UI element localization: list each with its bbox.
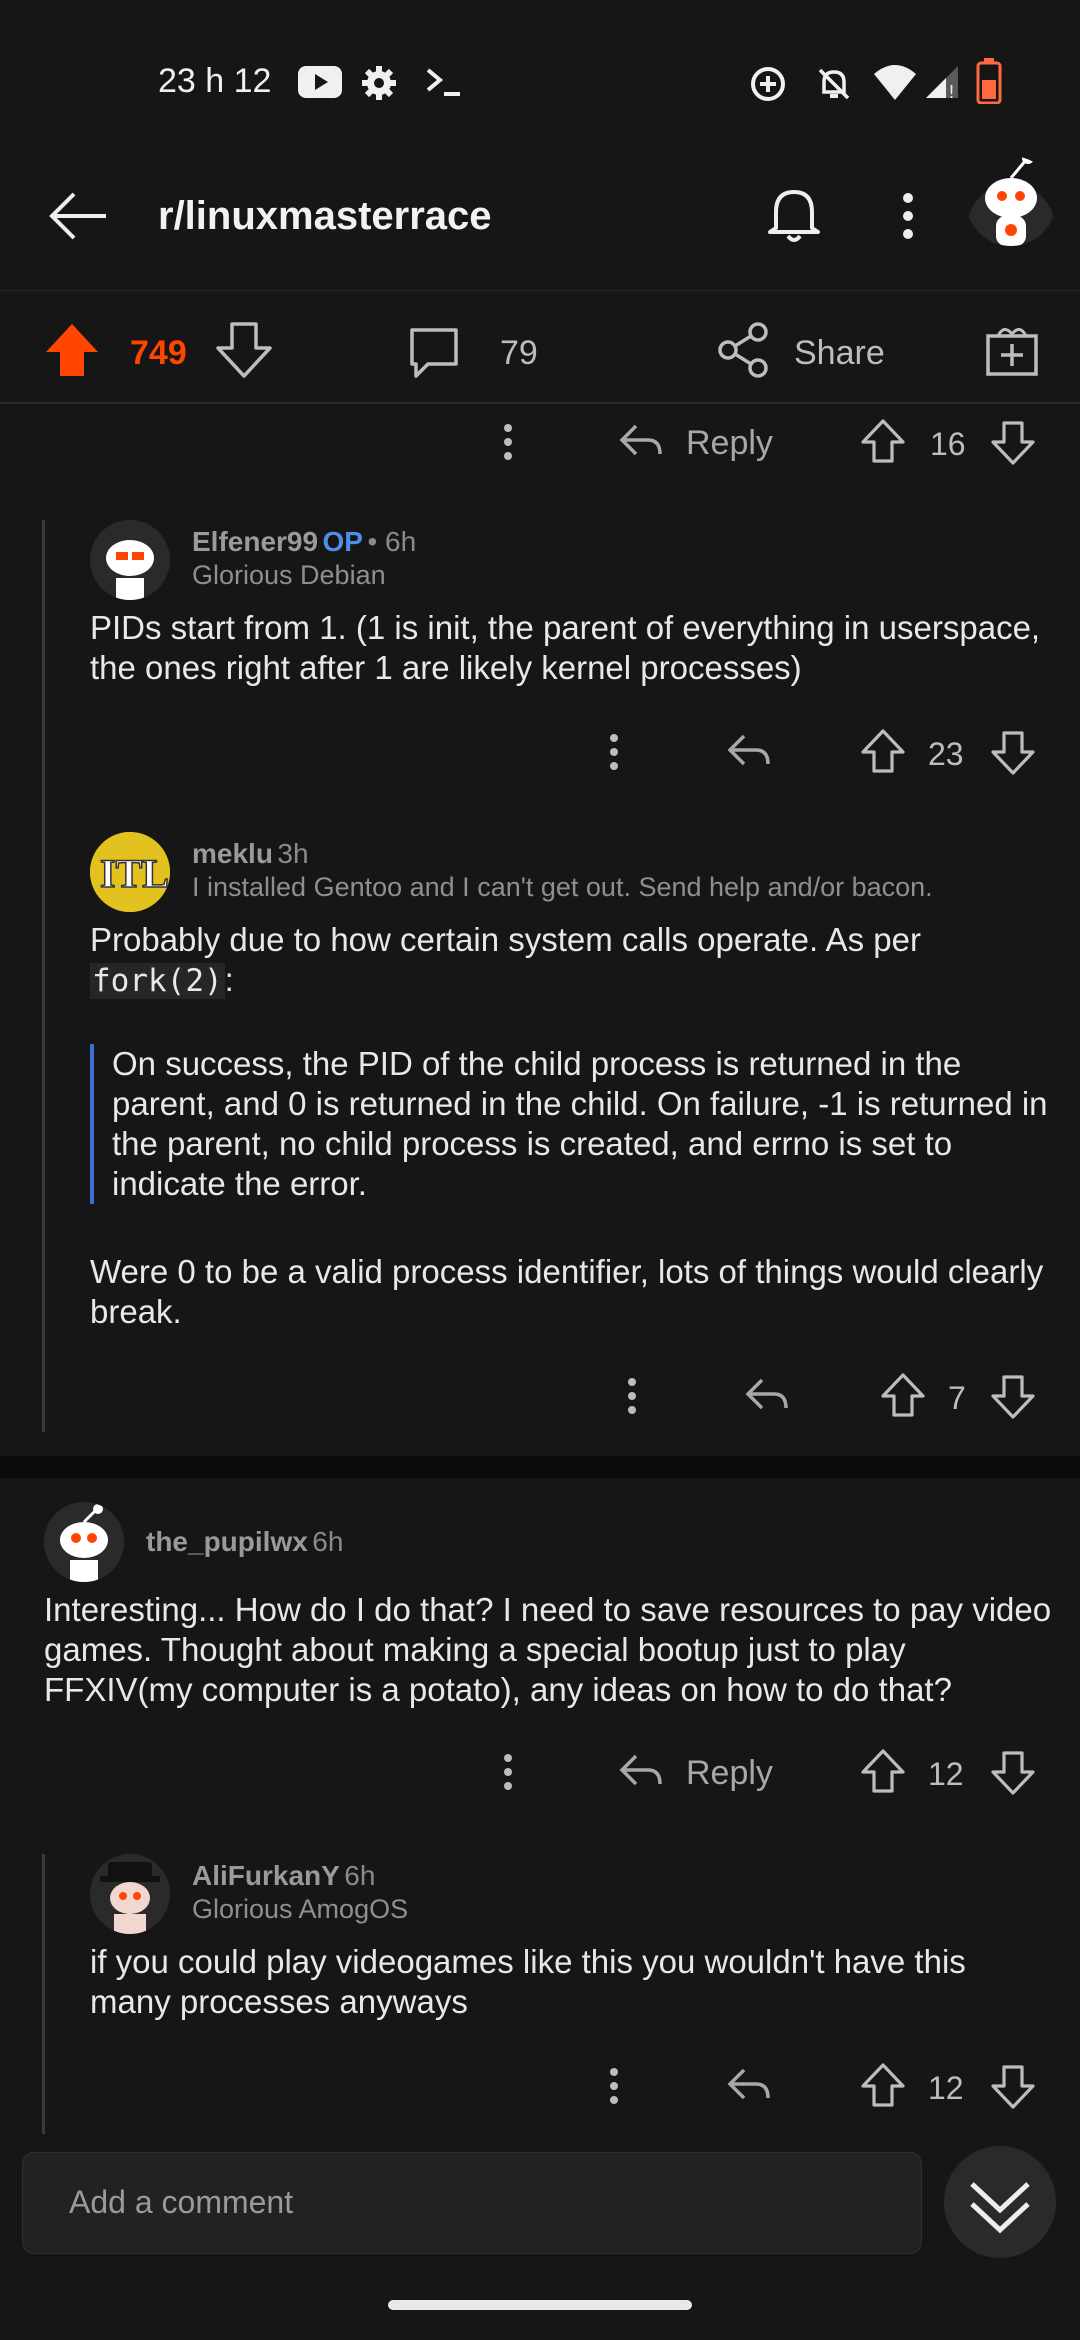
body-text: Probably due to how certain system calls… [90, 921, 921, 958]
comment-count: 79 [500, 334, 538, 372]
username[interactable]: Elfener99 [192, 526, 318, 557]
reply-icon[interactable] [726, 2066, 772, 2106]
upvote-icon[interactable] [860, 1748, 906, 1794]
comment-elfener99: Elfener99 OP • 6h Glorious Debian PIDs s… [0, 500, 1080, 790]
bell-icon[interactable] [766, 184, 822, 244]
comment-the-pupilwx: the_pupilwx 6h Interesting... How do I d… [0, 1478, 1080, 1818]
svg-text:ITL: ITL [100, 851, 169, 896]
avatar[interactable] [90, 520, 170, 600]
reply-icon[interactable] [726, 732, 772, 772]
downvote-icon[interactable] [990, 1374, 1036, 1420]
reply-button[interactable]: Reply [686, 424, 773, 463]
comment-age: • 6h [367, 526, 417, 557]
settings-gear-icon [360, 64, 398, 102]
comment-actions-parent: Reply 16 [0, 404, 1080, 494]
upvote-icon[interactable] [860, 2062, 906, 2108]
comment-score: 7 [948, 1380, 966, 1416]
comment-body: Probably due to how certain system calls… [90, 920, 1050, 1001]
thread-separator [0, 1456, 1080, 1478]
more-options-icon[interactable] [896, 190, 920, 242]
comment-score: 12 [928, 2070, 964, 2106]
avatar[interactable] [44, 1502, 124, 1582]
cell-signal-icon: ! [922, 62, 962, 102]
more-options-icon[interactable] [500, 422, 516, 466]
downvote-icon[interactable] [216, 322, 272, 378]
post-score: 749 [130, 334, 187, 372]
comment-alifurkany: AliFurkanY 6h Glorious AmogOS if you cou… [0, 1834, 1080, 2134]
comment-score: 12 [928, 1756, 964, 1792]
add-comment-bar [22, 2152, 922, 2254]
double-chevron-down-icon [970, 2182, 1030, 2234]
share-icon[interactable] [716, 322, 770, 378]
downvote-icon[interactable] [990, 2064, 1036, 2110]
youtube-icon [298, 66, 342, 98]
status-time: 23 h 12 [158, 62, 272, 100]
upvote-icon[interactable] [860, 728, 906, 774]
more-options-icon[interactable] [606, 2066, 622, 2110]
comments-icon[interactable] [406, 324, 462, 380]
comment-body: if you could play videogames like this y… [90, 1943, 966, 2020]
upvote-icon-active[interactable] [44, 322, 100, 378]
wifi-icon [872, 62, 918, 102]
downvote-icon[interactable] [990, 1750, 1036, 1796]
inline-code: fork(2) [90, 963, 225, 999]
username[interactable]: meklu [192, 838, 273, 869]
reply-icon[interactable] [618, 422, 664, 462]
downvote-icon[interactable] [990, 420, 1036, 466]
upvote-icon[interactable] [860, 418, 906, 464]
svg-text:!: ! [949, 82, 954, 102]
comment-body-end: Were 0 to be a valid process identifier,… [90, 1253, 1044, 1330]
top-app-bar: r/linuxmasterrace [0, 140, 1080, 291]
username[interactable]: the_pupilwx [146, 1526, 308, 1557]
user-flair: Glorious Debian [192, 560, 386, 590]
user-flair: I installed Gentoo and I can't get out. … [192, 872, 933, 902]
comment-age: 6h [344, 1860, 376, 1891]
award-gift-icon[interactable] [984, 322, 1040, 378]
username[interactable]: AliFurkanY [192, 1860, 340, 1891]
status-bar: 23 h 12 ! [0, 0, 1080, 140]
downvote-icon[interactable] [990, 730, 1036, 776]
reply-icon[interactable] [744, 1376, 790, 1416]
comment-age: 3h [277, 838, 309, 869]
block-quote: On success, the PID of the child process… [90, 1044, 1056, 1204]
op-badge: OP [322, 526, 363, 557]
more-options-icon[interactable] [500, 1752, 516, 1796]
comment-score: 23 [928, 736, 964, 772]
user-flair: Glorious AmogOS [192, 1894, 409, 1924]
comment-age: 6h [312, 1526, 344, 1557]
subreddit-title[interactable]: r/linuxmasterrace [158, 194, 492, 239]
back-arrow-icon[interactable] [46, 190, 108, 242]
body-text: : [224, 961, 234, 998]
more-options-icon[interactable] [624, 1376, 640, 1420]
comment-meklu: ITL meklu 3h I installed Gentoo and I ca… [0, 812, 1080, 1432]
notifications-off-icon [814, 64, 854, 104]
avatar[interactable] [90, 1854, 170, 1934]
comment-score: 16 [930, 426, 966, 462]
avatar[interactable]: ITL [90, 832, 170, 912]
data-saver-icon [748, 64, 788, 104]
comment-body: Interesting... How do I do that? I need … [44, 1591, 1052, 1708]
more-options-icon[interactable] [606, 732, 622, 776]
share-label[interactable]: Share [794, 334, 885, 373]
comment-body: PIDs start from 1. (1 is init, the paren… [90, 609, 1041, 686]
home-gesture-bar[interactable] [388, 2300, 692, 2310]
reply-icon[interactable] [618, 1752, 664, 1792]
battery-icon [976, 58, 1002, 104]
upvote-icon[interactable] [880, 1372, 926, 1418]
jump-to-next-button[interactable] [944, 2146, 1056, 2258]
post-action-bar: 749 79 Share [0, 292, 1080, 404]
terminal-icon [424, 64, 464, 100]
user-avatar[interactable] [966, 156, 1056, 246]
reply-button[interactable]: Reply [686, 1754, 773, 1793]
add-comment-input[interactable] [67, 2183, 911, 2222]
